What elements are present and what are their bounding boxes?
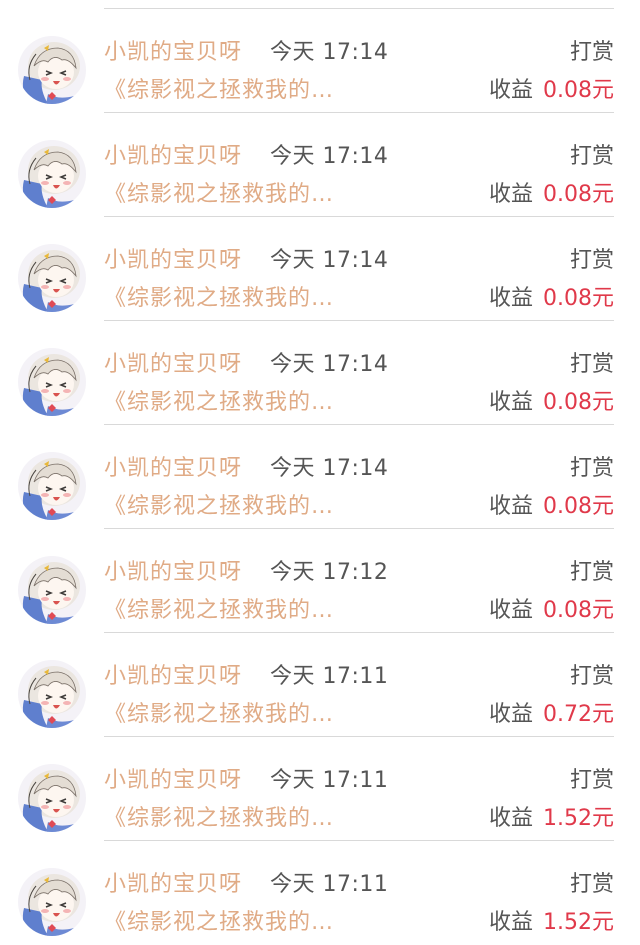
transaction-type: 打赏 [569, 352, 614, 377]
timestamp: 今天 17:14 [270, 456, 389, 481]
transaction-type: 打赏 [569, 560, 614, 585]
transaction-type: 打赏 [569, 768, 614, 793]
avatar-icon[interactable] [18, 36, 86, 104]
earnings-label: 收益 [488, 598, 533, 623]
earnings-amount: 0.72元 [543, 702, 614, 727]
book-title-link[interactable]: 《综影视之拯救我的… [104, 696, 364, 728]
book-title-link[interactable]: 《综影视之拯救我的… [104, 904, 364, 936]
list-item[interactable]: 小凯的宝贝呀 今天 17:14 打赏 《综影视之拯救我的… 收益 0.08元 [0, 321, 640, 425]
earnings: 收益 1.52元 [489, 904, 614, 936]
avatar-icon[interactable] [18, 764, 86, 832]
book-title-link[interactable]: 《综影视之拯救我的… [104, 176, 364, 208]
earnings-label: 收益 [488, 910, 533, 935]
book-title-link[interactable]: 《综影视之拯救我的… [104, 488, 364, 520]
user-name[interactable]: 小凯的宝贝呀 [104, 450, 242, 482]
avatar-icon[interactable] [18, 868, 86, 936]
timestamp: 今天 17:11 [270, 664, 389, 689]
avatar-icon[interactable] [18, 348, 86, 416]
earnings: 收益 0.08元 [489, 176, 614, 208]
earnings-label: 收益 [488, 286, 533, 311]
earnings: 收益 0.08元 [489, 592, 614, 624]
earnings-label: 收益 [488, 390, 533, 415]
earnings-amount: 0.08元 [543, 494, 614, 519]
user-name[interactable]: 小凯的宝贝呀 [104, 658, 242, 690]
transaction-type: 打赏 [569, 40, 614, 65]
reward-list: 小凯的宝贝呀 今天 17:14 打赏 《综影视之拯救我的… 收益 0.08元 小… [0, 9, 640, 945]
avatar-icon[interactable] [18, 660, 86, 728]
book-title-link[interactable]: 《综影视之拯救我的… [104, 384, 364, 416]
avatar-icon[interactable] [18, 556, 86, 624]
earnings-amount: 0.08元 [543, 598, 614, 623]
list-item[interactable]: 小凯的宝贝呀 今天 17:14 打赏 《综影视之拯救我的… 收益 0.08元 [0, 113, 640, 217]
user-name[interactable]: 小凯的宝贝呀 [104, 866, 242, 898]
earnings-label: 收益 [488, 494, 533, 519]
earnings-label: 收益 [488, 702, 533, 727]
book-title-link[interactable]: 《综影视之拯救我的… [104, 800, 364, 832]
earnings-amount: 0.08元 [543, 286, 614, 311]
avatar-icon[interactable] [18, 140, 86, 208]
list-item[interactable]: 小凯的宝贝呀 今天 17:12 打赏 《综影视之拯救我的… 收益 0.08元 [0, 529, 640, 633]
avatar-icon[interactable] [18, 244, 86, 312]
earnings: 收益 1.52元 [489, 800, 614, 832]
timestamp: 今天 17:14 [270, 248, 389, 273]
user-name[interactable]: 小凯的宝贝呀 [104, 242, 242, 274]
user-name[interactable]: 小凯的宝贝呀 [104, 554, 242, 586]
list-item[interactable]: 小凯的宝贝呀 今天 17:11 打赏 《综影视之拯救我的… 收益 0.72元 [0, 633, 640, 737]
timestamp: 今天 17:11 [270, 768, 389, 793]
timestamp: 今天 17:14 [270, 352, 389, 377]
user-name[interactable]: 小凯的宝贝呀 [104, 346, 242, 378]
timestamp: 今天 17:14 [270, 40, 389, 65]
user-name[interactable]: 小凯的宝贝呀 [104, 138, 242, 170]
earnings-amount: 1.52元 [543, 806, 614, 831]
avatar-icon[interactable] [18, 452, 86, 520]
earnings-label: 收益 [488, 182, 533, 207]
user-name[interactable]: 小凯的宝贝呀 [104, 762, 242, 794]
timestamp: 今天 17:11 [270, 872, 389, 897]
timestamp: 今天 17:12 [270, 560, 389, 585]
transaction-type: 打赏 [569, 872, 614, 897]
transaction-type: 打赏 [569, 144, 614, 169]
earnings: 收益 0.08元 [489, 488, 614, 520]
list-item[interactable]: 小凯的宝贝呀 今天 17:11 打赏 《综影视之拯救我的… 收益 1.52元 [0, 841, 640, 945]
earnings-amount: 0.08元 [543, 182, 614, 207]
earnings-label: 收益 [488, 806, 533, 831]
list-item[interactable]: 小凯的宝贝呀 今天 17:14 打赏 《综影视之拯救我的… 收益 0.08元 [0, 9, 640, 113]
earnings: 收益 0.72元 [489, 696, 614, 728]
earnings: 收益 0.08元 [489, 72, 614, 104]
transaction-type: 打赏 [569, 664, 614, 689]
transaction-type: 打赏 [569, 456, 614, 481]
earnings-amount: 0.08元 [543, 390, 614, 415]
list-item[interactable]: 小凯的宝贝呀 今天 17:14 打赏 《综影视之拯救我的… 收益 0.08元 [0, 217, 640, 321]
earnings: 收益 0.08元 [489, 384, 614, 416]
transaction-type: 打赏 [569, 248, 614, 273]
book-title-link[interactable]: 《综影视之拯救我的… [104, 72, 364, 104]
user-name[interactable]: 小凯的宝贝呀 [104, 34, 242, 66]
book-title-link[interactable]: 《综影视之拯救我的… [104, 280, 364, 312]
list-item[interactable]: 小凯的宝贝呀 今天 17:11 打赏 《综影视之拯救我的… 收益 1.52元 [0, 737, 640, 841]
book-title-link[interactable]: 《综影视之拯救我的… [104, 592, 364, 624]
earnings-label: 收益 [488, 78, 533, 103]
timestamp: 今天 17:14 [270, 144, 389, 169]
earnings-amount: 0.08元 [543, 78, 614, 103]
earnings-amount: 1.52元 [543, 910, 614, 935]
earnings: 收益 0.08元 [489, 280, 614, 312]
list-item[interactable]: 小凯的宝贝呀 今天 17:14 打赏 《综影视之拯救我的… 收益 0.08元 [0, 425, 640, 529]
